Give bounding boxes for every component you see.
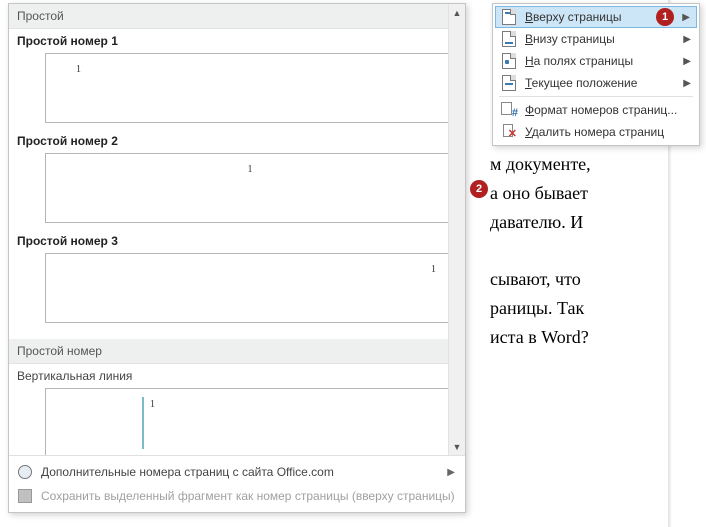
menu-current-position[interactable]: Текущее положение ▶ [495,72,697,94]
gallery-section-plain: Простой номер [9,339,465,364]
page-number-sample: 1 [150,399,155,410]
gallery-footer: Дополнительные номера страниц с сайта Of… [9,455,465,512]
gallery-scrollbar[interactable]: ▲ ▼ [448,4,465,455]
page-number-sample: 1 [76,64,81,75]
globe-icon [17,464,33,480]
menu-separator [499,96,693,97]
menu-current-label: Текущее положение [525,76,637,90]
save-icon [17,488,33,504]
menu-format-label: Формат номеров страниц... [525,103,677,117]
chevron-right-icon: ▶ [683,78,691,89]
page-margins-icon [501,53,517,69]
scroll-down-button[interactable]: ▼ [449,438,466,455]
format-number-icon: # [501,102,517,118]
footer-more-label: Дополнительные номера страниц с сайта Of… [41,465,334,479]
page-top-icon [501,9,517,25]
vertical-line-decoration [142,397,144,449]
gallery-preview-4[interactable]: 1 [45,388,455,455]
gallery-item-label-4: Вертикальная линия [9,364,465,386]
page-number-sample: 1 [248,164,253,175]
page-number-gallery: Простой Простой номер 1 1 Простой номер … [8,3,466,513]
more-from-office-com[interactable]: Дополнительные номера страниц с сайта Of… [9,460,465,484]
menu-bottom-label: Внизу страницы [525,32,615,46]
gallery-preview-1[interactable]: 1 [45,53,455,123]
page-current-icon [501,75,517,91]
menu-remove-label: Удалить номера страниц [525,125,664,139]
menu-margins-label: На полях страницы [525,54,633,68]
annotation-badge-1: 1 [656,8,674,26]
menu-bottom-of-page[interactable]: Внизу страницы ▶ [495,28,697,50]
gallery-preview-2[interactable]: 1 [45,153,455,223]
document-body-text: м документе, а оно бывает давателю. И сы… [490,150,591,352]
menu-remove-page-numbers[interactable]: ✕ Удалить номера страниц [495,121,697,143]
scroll-up-button[interactable]: ▲ [449,4,466,21]
menu-top-label: Вверху страницы [525,10,621,24]
menu-format-page-numbers[interactable]: # Формат номеров страниц... [495,99,697,121]
gallery-item-label-2: Простой номер 2 [9,129,465,151]
page-bottom-icon [501,31,517,47]
gallery-body: Простой Простой номер 1 1 Простой номер … [9,4,465,455]
chevron-right-icon: ▶ [682,12,690,23]
gallery-section-simple: Простой [9,4,465,29]
chevron-right-icon: ▶ [447,467,455,478]
annotation-badge-2: 2 [470,180,488,198]
remove-number-icon: ✕ [501,124,517,140]
save-selection-as-page-number: Сохранить выделенный фрагмент как номер … [9,484,465,508]
menu-page-margins[interactable]: На полях страницы ▶ [495,50,697,72]
footer-save-label: Сохранить выделенный фрагмент как номер … [41,489,455,503]
gallery-item-label-3: Простой номер 3 [9,229,465,251]
gallery-item-label-1: Простой номер 1 [9,29,465,51]
gallery-preview-3[interactable]: 1 [45,253,455,323]
page-number-sample: 1 [431,264,436,275]
chevron-right-icon: ▶ [683,56,691,67]
chevron-right-icon: ▶ [683,34,691,45]
